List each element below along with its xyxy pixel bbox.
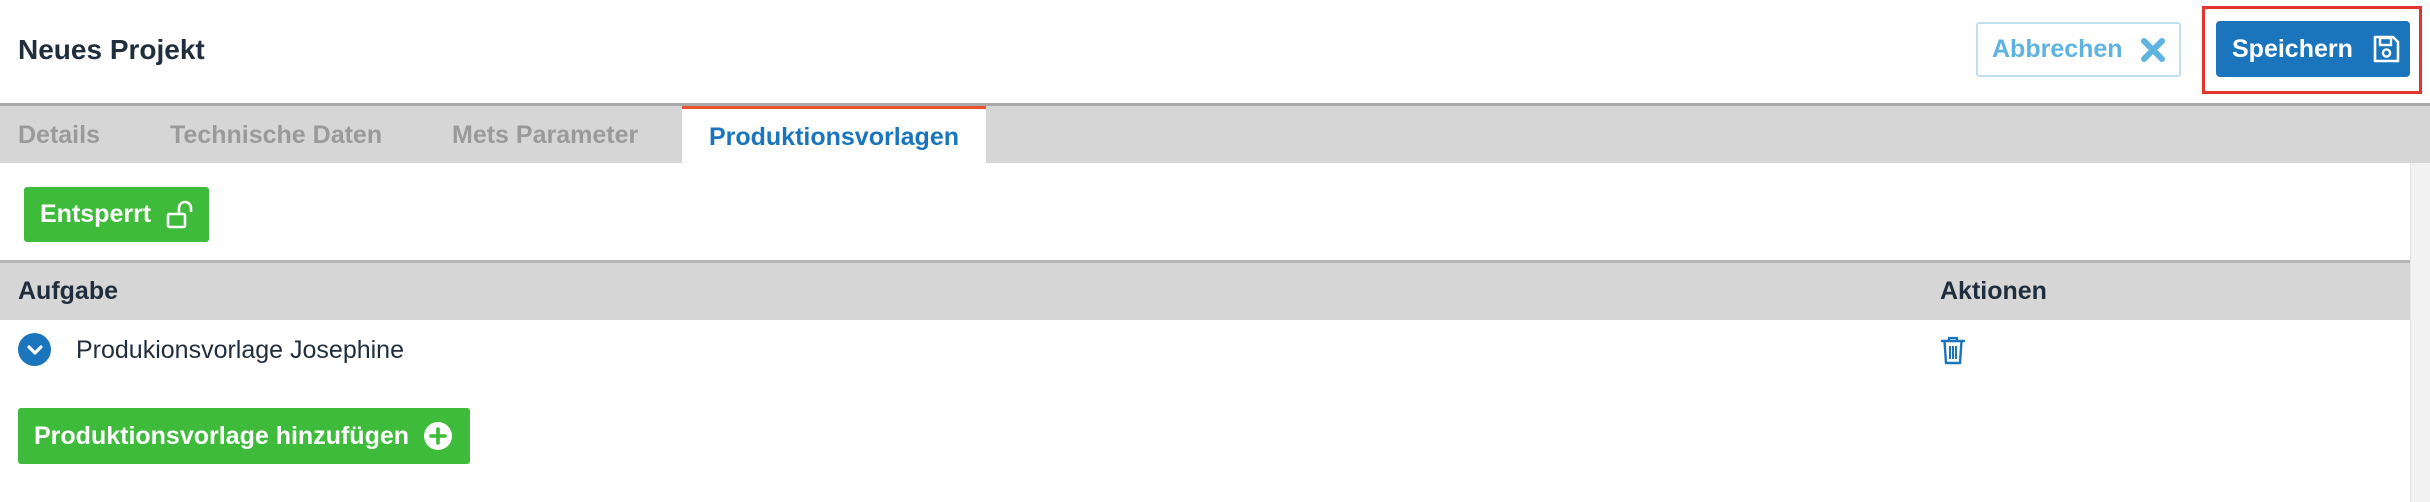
chevron-down-circle-icon[interactable] <box>18 333 51 366</box>
table-row: Produkionsvorlage Josephine <box>0 320 2410 390</box>
page-header: Neues Projekt Abbrechen Speichern <box>0 0 2430 104</box>
trash-icon[interactable] <box>1940 335 1966 365</box>
row-aufgabe-name: Produkionsvorlage Josephine <box>76 336 404 364</box>
save-button[interactable]: Speichern <box>2216 21 2410 77</box>
cancel-button-label: Abbrechen <box>1992 35 2123 63</box>
tab-technische-daten[interactable]: Technische Daten <box>170 106 382 163</box>
unlock-toggle-label: Entsperrt <box>40 200 152 228</box>
cancel-button[interactable]: Abbrechen <box>1976 22 2181 77</box>
tab-produktionsvorlagen[interactable]: Produktionsvorlagen <box>682 106 986 163</box>
vertical-scrollbar[interactable] <box>2410 163 2430 502</box>
tab-mets-parameter[interactable]: Mets Parameter <box>452 106 638 163</box>
unlock-toggle-button[interactable]: Entsperrt <box>24 187 209 242</box>
floppy-disk-icon <box>2373 35 2400 63</box>
add-production-template-button[interactable]: Produktionsvorlage hinzufügen <box>18 408 470 464</box>
table-header: Aufgabe Aktionen <box>0 263 2410 320</box>
plus-circle-icon <box>424 422 453 450</box>
column-header-aktionen: Aktionen <box>1940 277 2047 305</box>
toolbar: Entsperrt <box>0 163 2410 261</box>
tab-details[interactable]: Details <box>18 106 100 163</box>
unlocked-padlock-icon <box>166 200 193 228</box>
tab-bar: Details Technische Daten Mets Parameter … <box>0 106 2430 163</box>
page-title: Neues Projekt <box>18 34 205 65</box>
column-header-aufgabe: Aufgabe <box>18 277 118 305</box>
save-button-label: Speichern <box>2232 34 2353 63</box>
add-production-template-label: Produktionsvorlage hinzufügen <box>34 421 410 450</box>
close-icon <box>2140 37 2165 62</box>
